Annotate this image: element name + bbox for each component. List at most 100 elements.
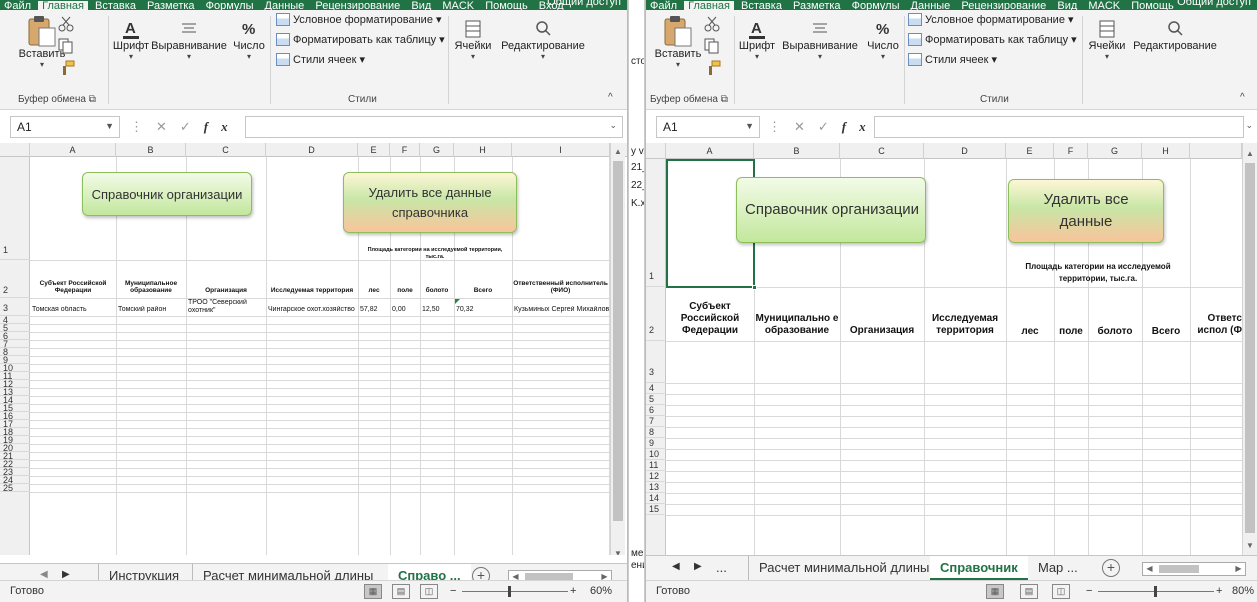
row-header[interactable]: 7 bbox=[646, 416, 666, 427]
select-all-corner[interactable] bbox=[646, 143, 666, 159]
page-layout-icon[interactable]: ▤ bbox=[392, 584, 410, 599]
conditional-format-button[interactable]: Условное форматирование ▾ bbox=[908, 13, 1073, 26]
cell-grid[interactable]: Площадь категории на исследуемой террито… bbox=[30, 157, 610, 555]
conditional-format-button[interactable]: Условное форматирование ▾ bbox=[276, 13, 441, 26]
tab-review[interactable]: Рецензирование bbox=[957, 1, 1050, 11]
col-header[interactable]: I bbox=[512, 143, 610, 157]
page-layout-icon[interactable]: ▤ bbox=[1020, 584, 1038, 599]
vertical-scrollbar[interactable]: ▲ ▼ bbox=[1242, 143, 1257, 555]
cell-grid[interactable]: Площадь категории на исследуемой террито… bbox=[666, 159, 1242, 555]
zoom-slider[interactable] bbox=[1154, 586, 1157, 597]
tab-file[interactable]: Файл bbox=[646, 1, 681, 11]
collapse-ribbon-icon[interactable]: ^ bbox=[608, 92, 613, 103]
copy-icon[interactable] bbox=[704, 38, 722, 54]
cells-button[interactable]: Ячейки ▾ bbox=[452, 18, 494, 61]
zoom-in-icon[interactable]: + bbox=[1216, 585, 1222, 597]
collapse-ribbon-icon[interactable]: ^ bbox=[1240, 92, 1245, 103]
copy-icon[interactable] bbox=[58, 38, 76, 54]
zoom-level[interactable]: 80% bbox=[1232, 585, 1254, 597]
col-header[interactable]: F bbox=[1054, 143, 1088, 159]
format-as-table-button[interactable]: Форматировать как таблицу ▾ bbox=[908, 33, 1077, 46]
tab-review[interactable]: Рецензирование bbox=[311, 1, 404, 11]
col-header[interactable]: B bbox=[754, 143, 840, 159]
tab-mack[interactable]: MACK bbox=[438, 1, 478, 11]
col-header[interactable]: G bbox=[1088, 143, 1142, 159]
add-sheet-icon[interactable]: + bbox=[1102, 559, 1120, 577]
col-header[interactable]: D bbox=[924, 143, 1006, 159]
chevron-down-icon[interactable]: ⌄ bbox=[1245, 120, 1253, 131]
number-button[interactable]: % Число ▾ bbox=[864, 18, 902, 61]
page-break-icon[interactable]: ◫ bbox=[1052, 584, 1070, 599]
scroll-up-icon[interactable]: ▲ bbox=[611, 145, 625, 159]
scroll-down-icon[interactable]: ▼ bbox=[1243, 539, 1257, 553]
next-sheet-icon[interactable]: ▶ bbox=[62, 569, 70, 580]
cell-styles-button[interactable]: Стили ячеек ▾ bbox=[908, 53, 997, 66]
formula-input[interactable] bbox=[245, 116, 623, 138]
format-as-table-button[interactable]: Форматировать как таблицу ▾ bbox=[276, 33, 445, 46]
col-header[interactable]: B bbox=[116, 143, 186, 157]
name-box[interactable]: A1 ▼ bbox=[656, 116, 760, 138]
prev-sheet-icon[interactable]: ◀ bbox=[40, 569, 48, 580]
tab-data[interactable]: Данные bbox=[261, 1, 309, 11]
row-header[interactable]: 3 bbox=[646, 341, 666, 383]
sheet-tab[interactable]: Map ... bbox=[1028, 556, 1088, 581]
col-header[interactable]: H bbox=[1142, 143, 1190, 159]
tab-help[interactable]: Помощь bbox=[1127, 1, 1178, 11]
row-header[interactable]: 8 bbox=[646, 427, 666, 438]
col-header[interactable] bbox=[1190, 143, 1242, 159]
font-button[interactable]: A Шрифт ▾ bbox=[112, 18, 150, 61]
row-header[interactable]: 11 bbox=[646, 460, 666, 471]
row-header[interactable]: 6 bbox=[646, 405, 666, 416]
page-break-icon[interactable]: ◫ bbox=[420, 584, 438, 599]
row-header[interactable]: 14 bbox=[646, 493, 666, 504]
tab-layout[interactable]: Разметка bbox=[143, 1, 199, 11]
zoom-slider[interactable] bbox=[508, 586, 511, 597]
row-header[interactable]: 3 bbox=[0, 298, 30, 316]
row-header[interactable]: 12 bbox=[646, 471, 666, 482]
scroll-thumb[interactable] bbox=[613, 161, 623, 521]
format-painter-icon[interactable] bbox=[60, 60, 76, 76]
tab-formulas[interactable]: Формулы bbox=[848, 1, 904, 11]
tab-help[interactable]: Помощь bbox=[481, 1, 532, 11]
alignment-button[interactable]: Выравнивание ▾ bbox=[778, 18, 862, 61]
col-header[interactable]: D bbox=[266, 143, 358, 157]
editing-button[interactable]: Редактирование bbox=[1130, 18, 1220, 52]
share-button[interactable]: Общий доступ bbox=[547, 0, 621, 8]
row-header[interactable]: 2 bbox=[646, 287, 666, 341]
sheet-tab[interactable]: Расчет минимальной длины bbox=[748, 556, 939, 581]
row-header[interactable]: 1 bbox=[0, 157, 30, 260]
paste-button[interactable]: Вставить ▾ bbox=[650, 14, 706, 69]
select-all-corner[interactable] bbox=[0, 143, 30, 157]
cut-icon[interactable] bbox=[704, 16, 720, 32]
directory-button[interactable]: Справочник организации bbox=[82, 172, 252, 216]
col-header[interactable]: A bbox=[30, 143, 116, 157]
col-header[interactable]: E bbox=[1006, 143, 1054, 159]
row-header[interactable]: 1 bbox=[646, 159, 666, 287]
row-header[interactable]: 10 bbox=[646, 449, 666, 460]
row-header[interactable]: 9 bbox=[646, 438, 666, 449]
row-header[interactable]: 4 bbox=[646, 383, 666, 394]
col-header[interactable]: A bbox=[666, 143, 754, 159]
cut-icon[interactable] bbox=[58, 16, 74, 32]
tab-view[interactable]: Вид bbox=[1053, 1, 1081, 11]
zoom-out-icon[interactable]: − bbox=[1086, 585, 1092, 597]
scroll-left-icon[interactable]: ◀ bbox=[1143, 563, 1156, 575]
delete-all-button[interactable]: Удалить все данные bbox=[1008, 179, 1164, 243]
formula-input[interactable] bbox=[874, 116, 1244, 138]
row-header[interactable]: 2 bbox=[0, 260, 30, 298]
normal-view-icon[interactable]: ▦ bbox=[986, 584, 1004, 599]
scroll-thumb[interactable] bbox=[1245, 163, 1255, 533]
col-header[interactable]: E bbox=[358, 143, 390, 157]
prev-sheet-icon[interactable]: ◀ bbox=[672, 561, 680, 572]
scroll-right-icon[interactable]: ▶ bbox=[1232, 563, 1245, 575]
normal-view-icon[interactable]: ▦ bbox=[364, 584, 382, 599]
sheet-tab-active[interactable]: Справочник bbox=[930, 556, 1028, 581]
next-sheet-icon[interactable]: ▶ bbox=[694, 561, 702, 572]
format-painter-icon[interactable] bbox=[706, 60, 722, 76]
scroll-up-icon[interactable]: ▲ bbox=[1243, 147, 1257, 161]
name-box[interactable]: A1 ▼ bbox=[10, 116, 120, 138]
share-button[interactable]: Общий доступ bbox=[1177, 0, 1251, 8]
zoom-out-icon[interactable]: − bbox=[450, 585, 456, 597]
row-header[interactable]: 5 bbox=[646, 394, 666, 405]
directory-button[interactable]: Справочник организации bbox=[736, 177, 926, 243]
